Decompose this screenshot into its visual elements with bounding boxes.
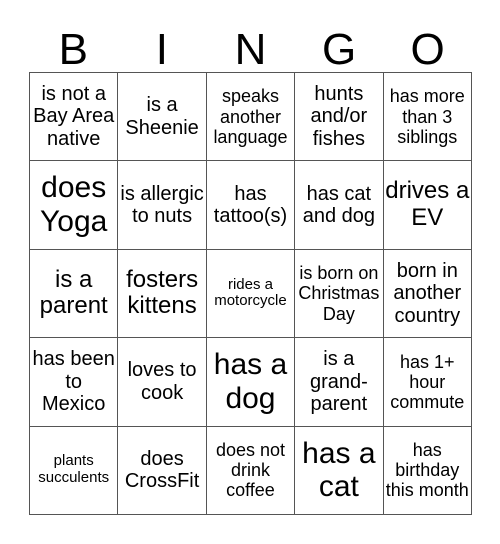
header-letter-g: G [321,25,357,74]
card-cell[interactable]: rides a motorcycle [205,248,296,339]
card-cell[interactable]: plants succulents [28,425,119,516]
card-cell[interactable]: has a dog [205,337,296,427]
card-row: has been to Mexico loves to cook has a d… [28,337,473,427]
card-cell[interactable]: born in another country [382,248,473,339]
card-cell[interactable]: has 1+ hour commute [382,337,473,427]
card-cell[interactable]: drives a EV [382,160,473,250]
header-letter-i: I [155,25,168,74]
card-row: plants succulents does CrossFit does not… [28,425,473,516]
card-cell[interactable]: does not drink coffee [205,425,296,516]
header-letter-n: N [234,25,267,74]
card-cell[interactable]: has more than 3 siblings [382,71,473,162]
card-cell[interactable]: has birthday this month [382,425,473,516]
card-cell[interactable]: fosters kittens [117,248,207,339]
card-cell[interactable]: has cat and dog [294,160,384,250]
card-cell[interactable]: is not a Bay Area native [28,71,119,162]
card-cell[interactable]: is a grand-parent [294,337,384,427]
header-letter-o: O [410,25,445,74]
card-cell[interactable]: is a parent [28,248,119,339]
card-row: is not a Bay Area native is a Sheenie sp… [28,71,473,162]
header-letter-b: B [58,25,88,74]
card-cell[interactable]: hunts and/or fishes [294,71,384,162]
card-cell[interactable]: does Yoga [28,160,119,250]
card-cell[interactable]: loves to cook [117,337,207,427]
card-cell[interactable]: has a cat [294,425,384,516]
bingo-card: is not a Bay Area native is a Sheenie sp… [28,71,473,516]
card-cell[interactable]: does CrossFit [117,425,207,516]
card-row: does Yoga is allergic to nuts has tattoo… [28,160,473,250]
card-cell[interactable]: speaks another language [205,71,296,162]
card-cell[interactable]: has tattoo(s) [205,160,296,250]
card-cell[interactable]: has been to Mexico [28,337,119,427]
card-row: is a parent fosters kittens rides a moto… [28,248,473,339]
card-cell[interactable]: is allergic to nuts [117,160,207,250]
card-cell[interactable]: is a Sheenie [117,71,207,162]
card-cell[interactable]: is born on Christmas Day [294,248,384,339]
bingo-header: B I N G O [29,28,472,72]
